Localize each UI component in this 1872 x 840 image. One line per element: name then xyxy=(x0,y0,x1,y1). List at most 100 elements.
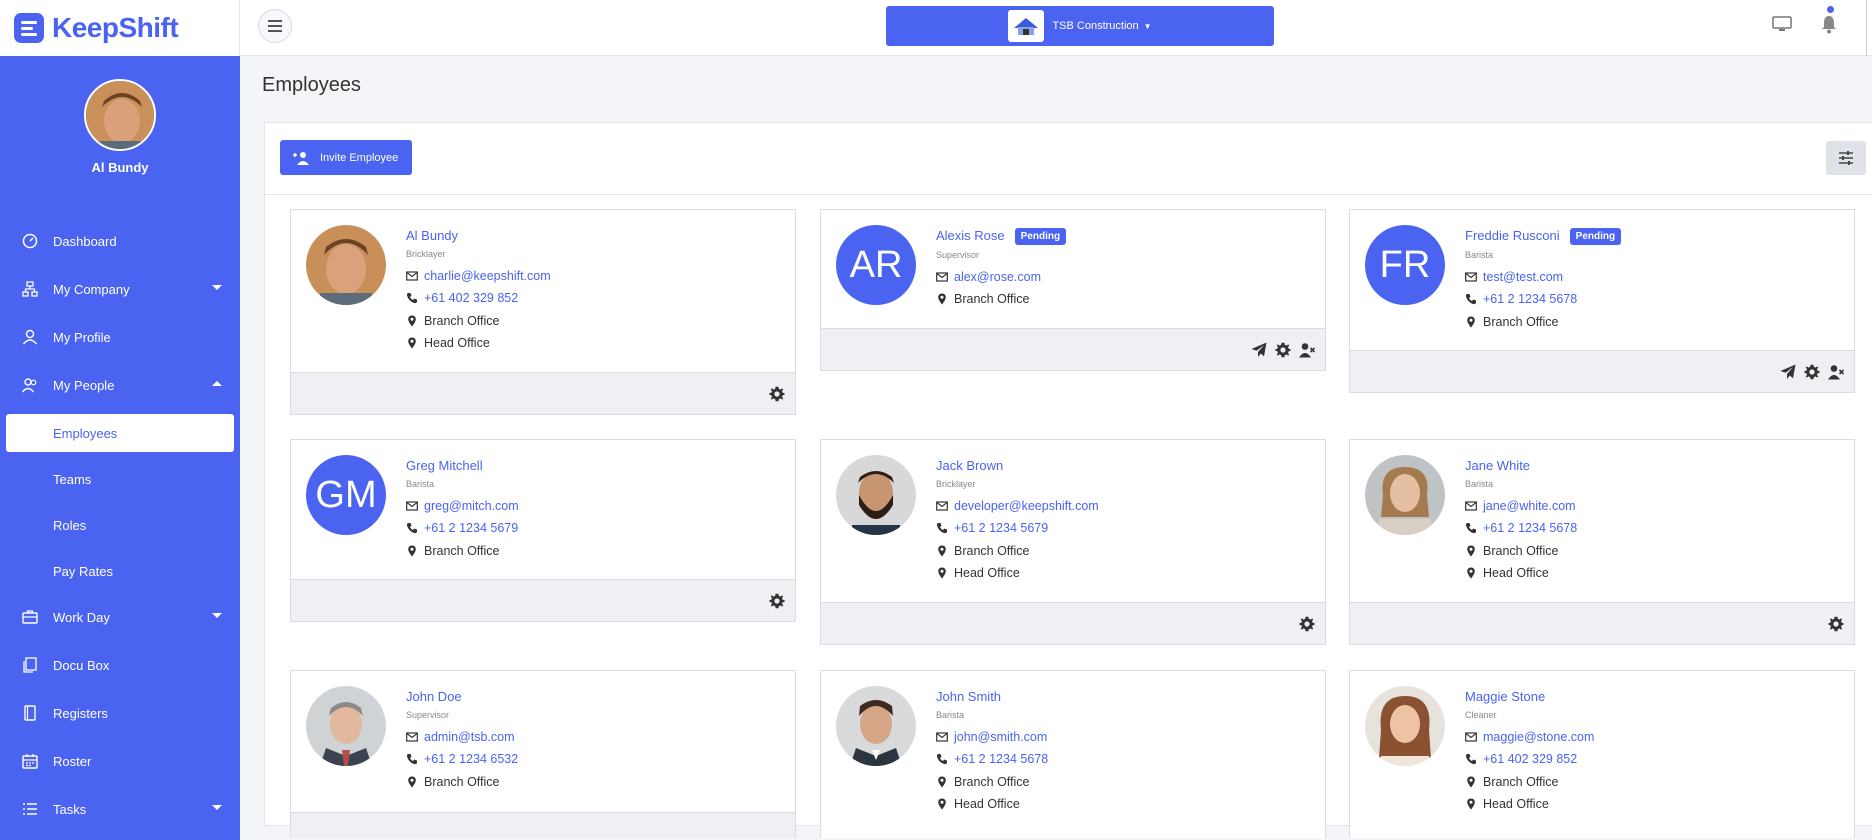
sidebar-item-roster[interactable]: Roster xyxy=(0,742,240,780)
avatar[interactable] xyxy=(306,686,386,766)
sliders-icon xyxy=(1839,151,1853,165)
hamburger-menu-button[interactable] xyxy=(258,9,292,43)
email-link[interactable]: developer@keepshift.com xyxy=(936,499,1099,513)
employee-name[interactable]: Al Bundy xyxy=(406,228,458,243)
avatar[interactable] xyxy=(1365,455,1445,535)
sidebar-item-my-people[interactable]: My People xyxy=(0,366,240,404)
avatar[interactable]: AR xyxy=(836,225,916,305)
sidebar-item-teams[interactable]: Teams xyxy=(0,460,240,498)
avatar[interactable] xyxy=(836,686,916,766)
remove-user-icon[interactable] xyxy=(1828,364,1844,380)
location-text: Head Office xyxy=(424,336,490,350)
employee-role: Bricklayer xyxy=(936,479,976,489)
phone-link[interactable]: +61 402 329 852 xyxy=(1465,752,1577,766)
sidebar-item-label: Roles xyxy=(53,517,87,533)
employee-name-text: Freddie Rusconi xyxy=(1465,228,1560,243)
send-invite-icon[interactable] xyxy=(1251,342,1267,358)
card-footer xyxy=(291,579,795,621)
send-invite-icon[interactable] xyxy=(1780,364,1796,380)
phone-link[interactable]: +61 402 329 852 xyxy=(406,291,518,305)
company-selector[interactable]: TSB Construction ▼ xyxy=(886,6,1274,46)
avatar[interactable] xyxy=(836,455,916,535)
email-link[interactable]: jane@white.com xyxy=(1465,499,1576,513)
sidebar-item-pay-rates[interactable]: Pay Rates xyxy=(0,552,240,590)
avatar[interactable] xyxy=(84,79,156,151)
sidebar-item-employees[interactable]: Employees xyxy=(6,414,234,452)
email-text: jane@white.com xyxy=(1483,499,1576,513)
avatar[interactable]: FR xyxy=(1365,225,1445,305)
remove-user-icon[interactable] xyxy=(1299,342,1315,358)
phone-link[interactable]: +61 2 1234 5678 xyxy=(936,752,1048,766)
avatar[interactable] xyxy=(306,225,386,305)
phone-link[interactable]: +61 2 1234 5679 xyxy=(406,521,518,535)
employee-name[interactable]: Greg Mitchell xyxy=(406,458,483,473)
gear-icon[interactable] xyxy=(769,593,785,609)
chevron-down-icon xyxy=(212,285,222,290)
employee-role: Supervisor xyxy=(936,250,980,260)
location: Branch Office xyxy=(1465,315,1559,329)
employee-card: Jane White Barista jane@white.com +61 2 … xyxy=(1349,439,1855,645)
sidebar-item-my-company[interactable]: My Company xyxy=(0,270,240,308)
map-marker-icon xyxy=(936,567,948,579)
employee-name[interactable]: Freddie Rusconi Pending xyxy=(1465,228,1622,245)
sidebar-item-work-day[interactable]: Work Day xyxy=(0,598,240,636)
location: Branch Office xyxy=(406,775,500,789)
employee-card: Al Bundy Bricklayer charlie@keepshift.co… xyxy=(290,209,796,415)
employee-name[interactable]: Alexis Rose Pending xyxy=(936,228,1067,245)
location-text: Branch Office xyxy=(1483,544,1559,558)
phone-link[interactable]: +61 2 1234 6532 xyxy=(406,752,518,766)
card-footer xyxy=(821,328,1325,370)
email-link[interactable]: test@test.com xyxy=(1465,270,1563,284)
phone-icon xyxy=(406,753,418,765)
location: Branch Office xyxy=(1465,544,1559,558)
email-link[interactable]: john@smith.com xyxy=(936,730,1047,744)
employee-role: Barista xyxy=(406,479,435,489)
users-icon xyxy=(22,378,37,393)
email-link[interactable]: admin@tsb.com xyxy=(406,730,515,744)
location-text: Branch Office xyxy=(1483,775,1559,789)
sidebar-item-label: Dashboard xyxy=(53,233,117,249)
envelope-icon xyxy=(936,731,948,743)
email-link[interactable]: greg@mitch.com xyxy=(406,499,519,513)
employee-name[interactable]: John Doe xyxy=(406,689,462,704)
email-link[interactable]: alex@rose.com xyxy=(936,270,1041,284)
phone-link[interactable]: +61 2 1234 5678 xyxy=(1465,521,1577,535)
gear-icon[interactable] xyxy=(1275,342,1291,358)
sidebar-item-docu-box[interactable]: Docu Box xyxy=(0,646,240,684)
gear-icon[interactable] xyxy=(1804,364,1820,380)
employee-name[interactable]: Jane White xyxy=(1465,458,1530,473)
filter-button[interactable] xyxy=(1826,141,1866,175)
employee-name-text: Alexis Rose xyxy=(936,228,1005,243)
employee-name[interactable]: John Smith xyxy=(936,689,1001,704)
gear-icon[interactable] xyxy=(1299,616,1315,632)
book-icon xyxy=(24,705,36,721)
company-logo-icon xyxy=(1008,10,1045,42)
email-link[interactable]: charlie@keepshift.com xyxy=(406,269,551,283)
sidebar-item-roles[interactable]: Roles xyxy=(0,506,240,544)
phone-icon xyxy=(1465,522,1477,534)
phone-link[interactable]: +61 2 1234 5679 xyxy=(936,521,1048,535)
email-link[interactable]: maggie@stone.com xyxy=(1465,730,1594,744)
sidebar-item-registers[interactable]: Registers xyxy=(0,694,240,732)
email-text: admin@tsb.com xyxy=(424,730,515,744)
avatar[interactable]: GM xyxy=(306,455,386,535)
status-badge: Pending xyxy=(1569,228,1622,245)
phone-link[interactable]: +61 2 1234 5678 xyxy=(1465,292,1577,306)
sidebar-item-my-profile[interactable]: My Profile xyxy=(0,318,240,356)
location: Branch Office xyxy=(1465,775,1559,789)
monitor-icon[interactable] xyxy=(1772,16,1792,32)
sidebar-item-tasks[interactable]: Tasks xyxy=(0,790,240,828)
gear-icon[interactable] xyxy=(769,386,785,402)
invite-employee-button[interactable]: Invite Employee xyxy=(280,140,412,175)
employee-name[interactable]: Jack Brown xyxy=(936,458,1003,473)
map-marker-icon xyxy=(936,776,948,788)
chevron-down-icon xyxy=(212,805,222,810)
employee-name[interactable]: Maggie Stone xyxy=(1465,689,1545,704)
briefcase-icon xyxy=(22,610,38,624)
bell-icon[interactable] xyxy=(1820,14,1838,34)
location: Head Office xyxy=(1465,797,1549,811)
sidebar-item-dashboard[interactable]: Dashboard xyxy=(0,222,240,260)
brand-logo[interactable]: KeepShift xyxy=(0,0,240,56)
avatar[interactable] xyxy=(1365,686,1445,766)
gear-icon[interactable] xyxy=(1828,616,1844,632)
